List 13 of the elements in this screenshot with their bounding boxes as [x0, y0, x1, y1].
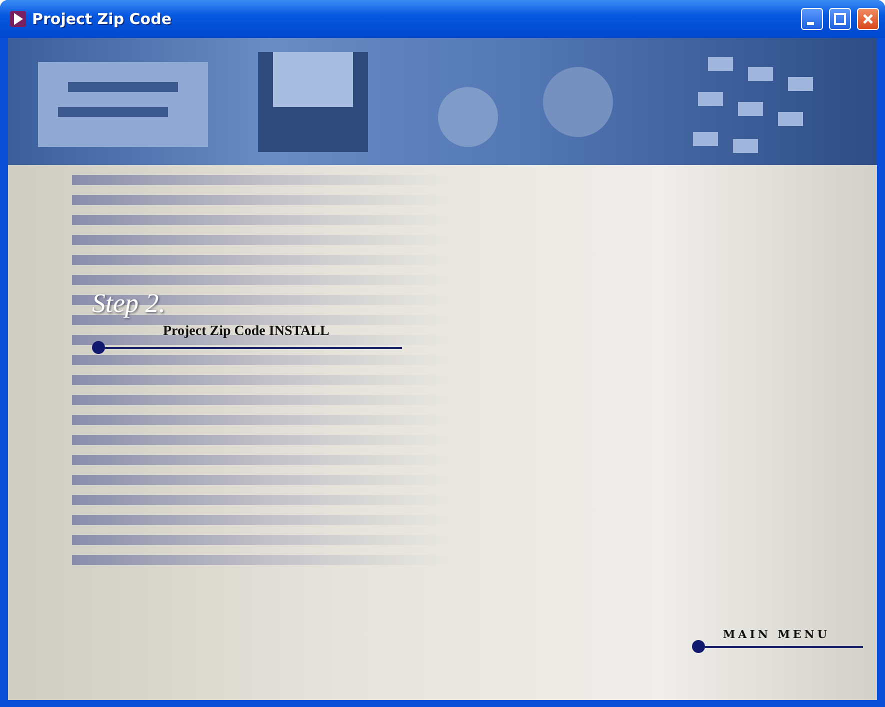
install-link[interactable]: Project Zip Code INSTALL	[105, 321, 402, 349]
step-heading: Step 2.	[92, 290, 166, 317]
bullet-dot-icon	[92, 341, 105, 354]
maximize-button[interactable]	[829, 8, 851, 30]
minimize-button[interactable]	[801, 8, 823, 30]
close-button[interactable]	[857, 8, 879, 30]
minimize-icon	[806, 22, 814, 24]
maximize-icon	[834, 13, 846, 25]
close-icon	[862, 13, 874, 25]
bullet-dot-icon	[692, 640, 705, 653]
app-icon	[10, 11, 26, 27]
main-menu-link[interactable]: MAIN MENU	[705, 626, 863, 648]
window-title: Project Zip Code	[32, 8, 172, 30]
